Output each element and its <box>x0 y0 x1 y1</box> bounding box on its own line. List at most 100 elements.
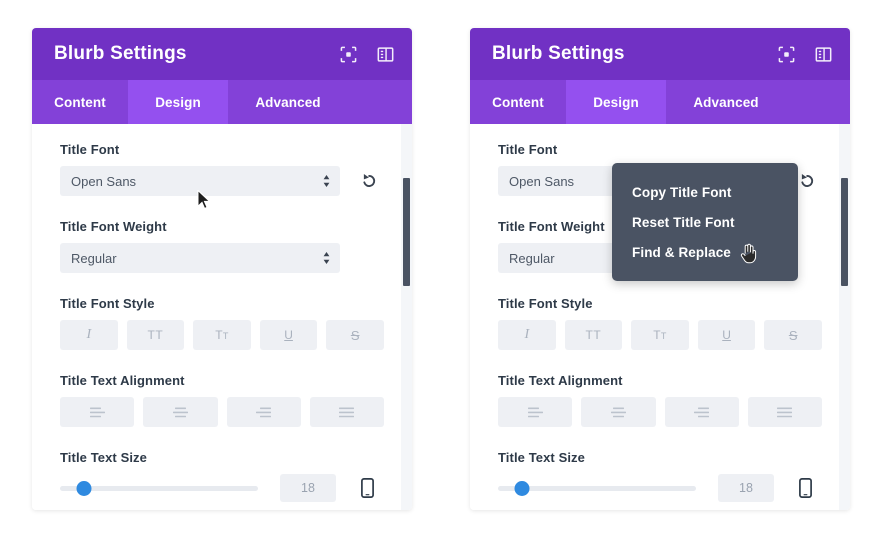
mobile-icon <box>798 478 812 498</box>
field-label-title-text-size: Title Text Size <box>498 450 585 465</box>
align-left-icon <box>89 407 105 417</box>
reset-icon <box>363 173 376 187</box>
context-menu-item-find-replace[interactable]: Find & Replace <box>612 237 798 267</box>
align-center-button[interactable] <box>143 397 218 427</box>
align-center-button[interactable] <box>581 397 656 427</box>
field-title-font-style: Title Font Style I TT TT U S <box>470 296 850 350</box>
font-style-strikethrough-button[interactable]: S <box>326 320 384 350</box>
field-title-text-alignment: Title Text Alignment <box>470 373 850 427</box>
align-center-icon <box>610 407 626 417</box>
smallcaps-glyph: TT <box>653 328 667 342</box>
field-label-title-font: Title Font <box>498 142 558 157</box>
font-style-smallcaps-button[interactable]: TT <box>631 320 689 350</box>
align-right-button[interactable] <box>664 397 739 427</box>
font-style-italic-button[interactable]: I <box>60 320 118 350</box>
mobile-view-button[interactable] <box>788 478 822 498</box>
panel-header: Blurb Settings <box>470 28 850 80</box>
uppercase-glyph: TT <box>147 328 164 342</box>
settings-form: Title Font Open Sans Title Font Weight R… <box>32 124 412 510</box>
field-title-text-alignment: Title Text Alignment <box>32 373 412 427</box>
context-menu: Copy Title Font Reset Title Font Find & … <box>612 163 798 281</box>
align-justify-button[interactable] <box>747 397 822 427</box>
underline-glyph: U <box>284 328 293 342</box>
font-style-underline-button[interactable]: U <box>697 320 756 350</box>
mobile-icon <box>360 478 374 498</box>
italic-glyph: I <box>524 327 530 342</box>
field-label-title-font-weight: Title Font Weight <box>60 219 167 234</box>
font-style-italic-button[interactable]: I <box>498 320 556 350</box>
align-left-button[interactable] <box>60 397 135 427</box>
font-style-underline-button[interactable]: U <box>259 320 318 350</box>
header-icon-group <box>340 46 394 63</box>
font-style-uppercase-button[interactable]: TT <box>126 320 185 350</box>
field-label-title-font-style: Title Font Style <box>60 296 155 311</box>
align-justify-button[interactable] <box>309 397 384 427</box>
field-label-title-text-alignment: Title Text Alignment <box>60 373 185 388</box>
focus-icon[interactable] <box>778 46 795 63</box>
title-font-weight-value: Regular <box>509 250 555 266</box>
page-title: Blurb Settings <box>54 43 187 64</box>
tab-bar: Content Design Advanced <box>470 80 850 124</box>
reset-icon <box>801 173 814 187</box>
blurb-settings-panel-left: Blurb Settings Content Design Advanced T… <box>32 28 412 510</box>
slider-handle[interactable] <box>76 480 92 496</box>
uppercase-glyph: TT <box>585 328 602 342</box>
mobile-view-button[interactable] <box>350 478 384 498</box>
font-style-smallcaps-button[interactable]: TT <box>193 320 251 350</box>
field-title-font: Title Font Open Sans <box>32 142 412 196</box>
align-justify-icon <box>777 407 793 417</box>
smallcaps-glyph: TT <box>215 328 229 342</box>
chevron-updown-icon <box>323 175 330 187</box>
align-right-icon <box>256 407 272 417</box>
title-font-weight-select[interactable]: Regular <box>60 243 340 273</box>
font-style-uppercase-button[interactable]: TT <box>564 320 623 350</box>
scrollbar-thumb[interactable] <box>403 178 410 286</box>
reset-title-font-button[interactable] <box>354 166 384 196</box>
title-font-weight-value: Regular <box>71 250 117 266</box>
page-title: Blurb Settings <box>492 43 625 64</box>
tab-advanced[interactable]: Advanced <box>666 80 786 124</box>
align-center-icon <box>172 407 188 417</box>
tab-bar: Content Design Advanced <box>32 80 412 124</box>
scrollbar-track[interactable] <box>839 124 850 510</box>
title-font-value: Open Sans <box>509 173 575 189</box>
field-label-title-font-style: Title Font Style <box>498 296 593 311</box>
field-label-title-font: Title Font <box>60 142 120 157</box>
tab-content[interactable]: Content <box>470 80 566 124</box>
title-font-select[interactable]: Open Sans <box>60 166 340 196</box>
font-style-strikethrough-button[interactable]: S <box>764 320 822 350</box>
tab-advanced[interactable]: Advanced <box>228 80 348 124</box>
align-right-button[interactable] <box>226 397 301 427</box>
tab-design[interactable]: Design <box>128 80 228 124</box>
scrollbar-thumb[interactable] <box>841 178 848 286</box>
title-text-size-slider[interactable] <box>60 479 258 497</box>
panel-header: Blurb Settings <box>32 28 412 80</box>
field-label-title-text-size: Title Text Size <box>60 450 147 465</box>
focus-icon[interactable] <box>340 46 357 63</box>
scrollbar-track[interactable] <box>401 124 412 510</box>
tab-design[interactable]: Design <box>566 80 666 124</box>
slider-handle[interactable] <box>514 480 530 496</box>
field-label-title-text-alignment: Title Text Alignment <box>498 373 623 388</box>
layout-panel-icon[interactable] <box>815 46 832 63</box>
tab-content[interactable]: Content <box>32 80 128 124</box>
context-menu-item-copy-title-font[interactable]: Copy Title Font <box>612 177 798 207</box>
header-icon-group <box>778 46 832 63</box>
title-text-size-input[interactable]: 18 <box>718 474 774 502</box>
underline-glyph: U <box>722 328 731 342</box>
strikethrough-glyph: S <box>350 327 360 343</box>
title-text-size-input[interactable]: 18 <box>280 474 336 502</box>
field-title-text-size: Title Text Size 18 <box>32 450 412 502</box>
strikethrough-glyph: S <box>788 327 798 343</box>
align-right-icon <box>694 407 710 417</box>
title-text-size-slider[interactable] <box>498 479 696 497</box>
align-left-button[interactable] <box>498 397 573 427</box>
layout-panel-icon[interactable] <box>377 46 394 63</box>
align-left-icon <box>527 407 543 417</box>
field-title-font-style: Title Font Style I TT TT U S <box>32 296 412 350</box>
context-menu-item-reset-title-font[interactable]: Reset Title Font <box>612 207 798 237</box>
italic-glyph: I <box>86 327 92 342</box>
title-font-value: Open Sans <box>71 173 137 189</box>
screenshot-root: Blurb Settings Content Design Advanced T… <box>0 0 880 538</box>
field-title-text-size: Title Text Size 18 <box>470 450 850 502</box>
